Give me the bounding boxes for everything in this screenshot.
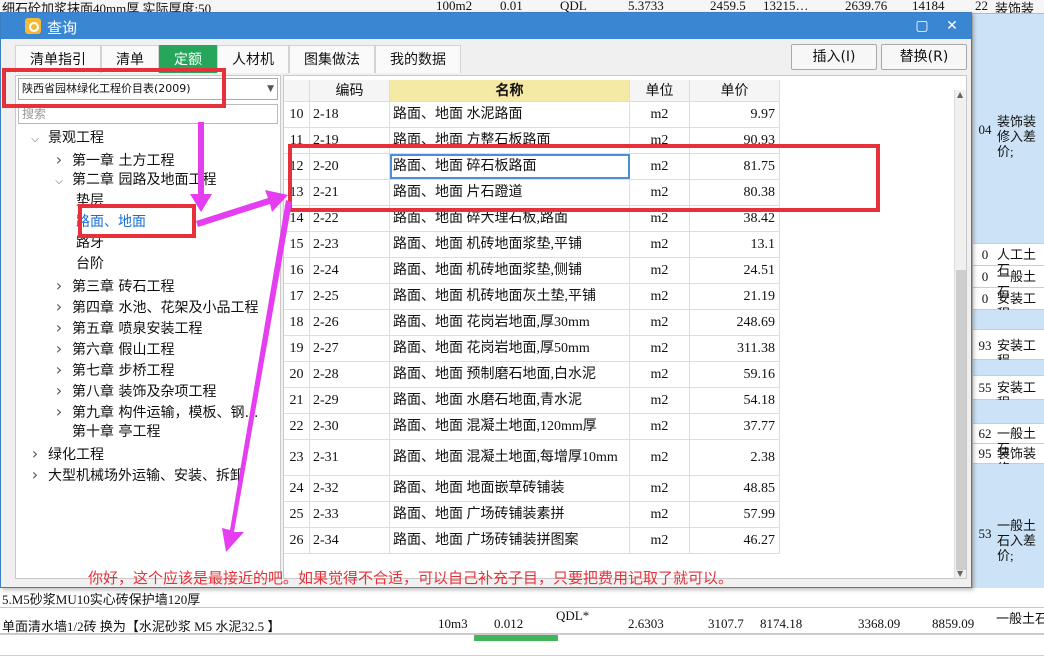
arrow-diagonal: [222, 200, 292, 552]
annotation-note: 你好，这个应该是最接近的吧。如果觉得不合适，可以自己补充子目，只要把费用记取了就…: [88, 571, 734, 587]
annotation-arrows: [190, 122, 292, 552]
screen: 细石砼加浆抹面40mm厚 实际厚度:50 100m2 0.01 QDL 5.37…: [0, 0, 1044, 660]
arrow-down: [190, 122, 212, 212]
